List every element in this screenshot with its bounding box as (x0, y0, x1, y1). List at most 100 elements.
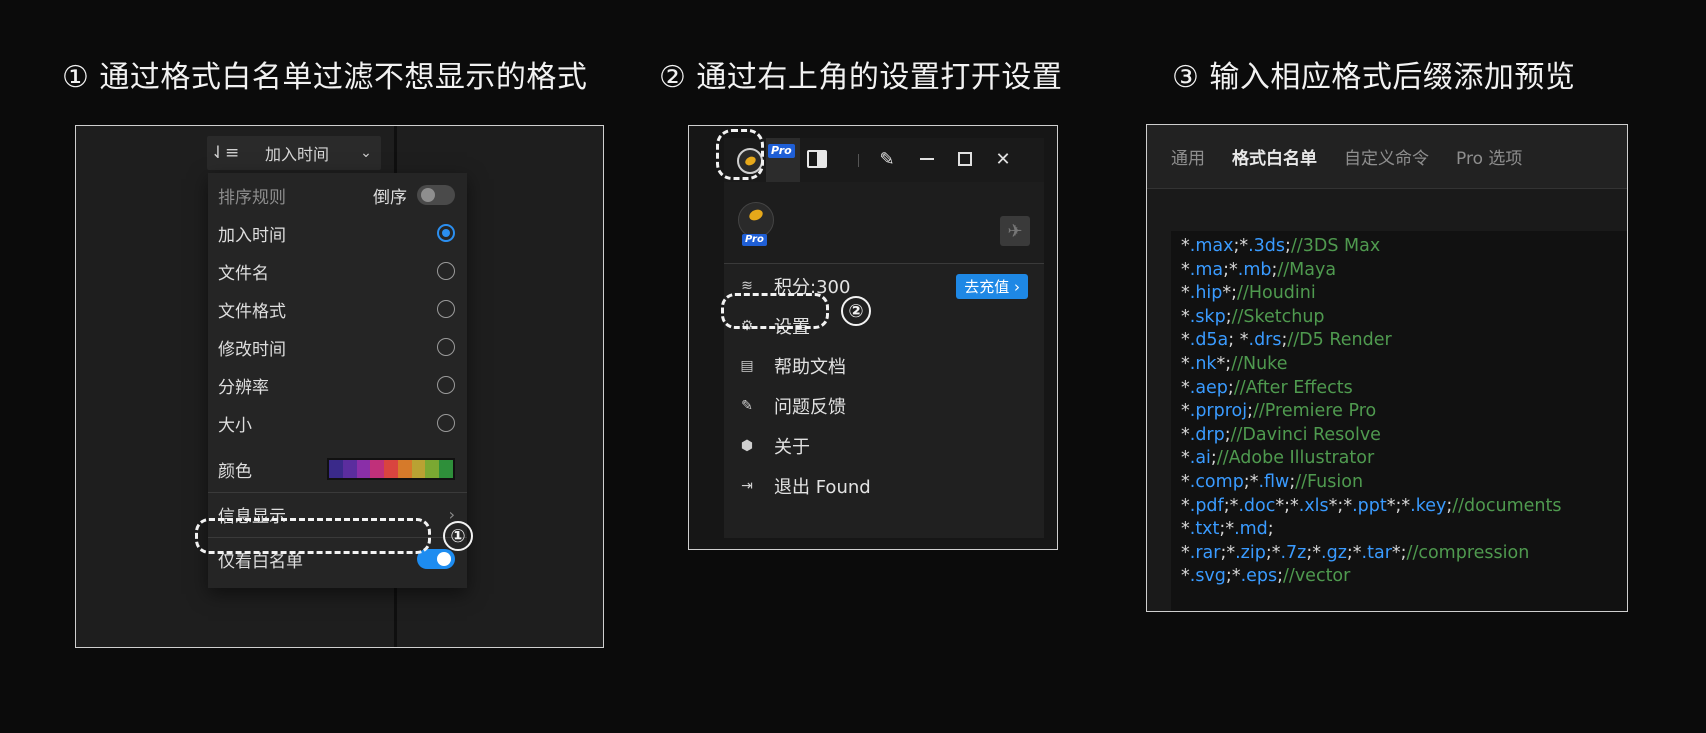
pro-badge: Pro (768, 144, 795, 158)
color-swatch[interactable] (425, 460, 440, 478)
whitelist-line: *.drp;//Davinci Resolve (1181, 424, 1381, 445)
whitelist-line: *.prproj;//Premiere Pro (1181, 401, 1377, 422)
step3-title: ③ 输入相应格式后缀添加预览 (1172, 60, 1576, 95)
whitelist-line: *.hip*;//Houdini (1181, 283, 1316, 304)
color-swatch[interactable] (356, 460, 371, 478)
account-menu-screenshot: Pro ✎ ✕ Pro ✈ ≋ 积分:300 去充值 › ⚙ 设置 ▤ 帮助文档 ✎ 问题反馈 ⬢… (688, 125, 1058, 550)
color-swatch[interactable] (384, 460, 398, 478)
account-menu-item-label: 问题反馈 (774, 397, 846, 418)
sort-option[interactable]: 文件名 (208, 251, 467, 291)
chevron-down-icon: ⌄ (360, 145, 372, 161)
color-swatch[interactable] (439, 460, 454, 478)
account-menu-item[interactable]: ▤ 帮助文档 (724, 346, 1044, 386)
account-menu-item-label: 关于 (774, 437, 810, 458)
settings-tabs: 通用 格式白名单 自定义命令 Pro 选项 (1147, 125, 1627, 189)
account-menu-item[interactable]: ⬢ 关于 (724, 426, 1044, 466)
title-bar: Pro ✎ ✕ (724, 138, 1044, 182)
sort-button[interactable]: ⇃≡ 加入时间 ⌄ (207, 136, 381, 170)
sort-option[interactable]: 分辨率 (208, 365, 467, 405)
account-menu-item-label: 退出 Found (774, 477, 871, 498)
sort-rule-header: 排序规则 倒序 (208, 175, 467, 215)
maximize-button[interactable] (952, 146, 978, 172)
whitelist-line: *.max;*.3ds;//3DS Max (1181, 236, 1381, 256)
logout-icon: ⇥ (741, 478, 753, 494)
color-swatch[interactable] (329, 460, 343, 478)
menu-divider (208, 492, 467, 493)
pin-button[interactable]: ✎ (874, 146, 900, 172)
sort-option[interactable]: 加入时间 (208, 213, 467, 253)
whitelist-line: *.svg;*.eps;//vector (1181, 566, 1351, 587)
pro-tab[interactable]: Pro (766, 138, 800, 182)
sort-rule-label: 排序规则 (218, 187, 286, 208)
whitelist-line: *.nk*;//Nuke (1181, 353, 1288, 374)
sort-option-label: 文件名 (218, 263, 269, 284)
avatar[interactable] (738, 202, 774, 238)
document-icon: ▤ (740, 358, 754, 374)
radio-button[interactable] (437, 414, 455, 432)
radio-button[interactable] (437, 338, 455, 356)
maximize-icon (958, 152, 972, 166)
app-window: Pro ✎ ✕ Pro ✈ ≋ 积分:300 去充值 › ⚙ 设置 ▤ 帮助文档 ✎ 问题反馈 ⬢… (724, 138, 1044, 538)
whitelist-line: *.rar;*.zip;*.7z;*.gz;*.tar*;//compressi… (1181, 542, 1530, 563)
recharge-button[interactable]: 去充值 › (956, 273, 1028, 299)
settings-tab[interactable]: 自定义命令 (1344, 144, 1429, 169)
settings-highlight-ring (721, 293, 829, 329)
step-marker: ② (841, 296, 871, 326)
profile-section: Pro ✈ (724, 182, 1044, 264)
sidebar-toggle-button[interactable] (804, 146, 830, 172)
color-palette[interactable] (327, 458, 455, 480)
whitelist-settings-screenshot: 通用 格式白名单 自定义命令 Pro 选项 *.max;*.3ds;//3DS Max… (1146, 124, 1628, 612)
account-menu-item-label: 帮助文档 (774, 357, 846, 378)
radio-button[interactable] (437, 224, 455, 242)
sort-icon: ⇃≡ (210, 143, 240, 163)
whitelist-line: *.pdf;*.doc*;*.xls*;*.ppt*;*.key;//docum… (1181, 495, 1562, 516)
settings-tab[interactable]: 格式白名单 (1232, 144, 1317, 169)
color-label: 颜色 (218, 461, 252, 482)
highlight-ring (195, 518, 431, 554)
minimize-button[interactable] (914, 146, 940, 172)
rocket-icon: ✈ (1000, 216, 1030, 246)
logo-highlight-ring (716, 129, 764, 180)
close-button[interactable]: ✕ (990, 146, 1016, 172)
pin-icon: ✎ (879, 148, 895, 170)
hexagon-icon: ⬢ (740, 438, 754, 454)
sort-option-label: 文件格式 (218, 301, 286, 322)
close-icon: ✕ (995, 148, 1011, 170)
whitelist-line: *.d5a; *.drs;//D5 Render (1181, 330, 1392, 351)
sort-option[interactable]: 大小 (208, 403, 467, 443)
color-swatch[interactable] (370, 460, 385, 478)
toolbar-separator (858, 154, 859, 167)
whitelist-line: *.comp;*.flw;//Fusion (1181, 471, 1364, 492)
whitelist-line: *.ma;*.mb;//Maya (1181, 259, 1337, 280)
radio-button[interactable] (437, 262, 455, 280)
sort-option[interactable]: 修改时间 (208, 327, 467, 367)
account-menu-item[interactable]: ✎ 问题反馈 (724, 386, 1044, 426)
color-row[interactable]: 颜色 (208, 449, 467, 489)
step2-title: ② 通过右上角的设置打开设置 (659, 60, 1063, 95)
account-menu-item[interactable]: ⇥ 退出 Found (724, 466, 1044, 506)
sort-option-label: 修改时间 (218, 339, 286, 360)
avatar-pro-badge: Pro (742, 234, 767, 246)
sort-option-label: 大小 (218, 415, 252, 436)
sort-button-label: 加入时间 (264, 145, 329, 164)
settings-tab[interactable]: Pro 选项 (1456, 144, 1522, 169)
whitelist-line: *.aep;//After Effects (1181, 377, 1353, 398)
feedback-icon: ✎ (741, 398, 753, 414)
whitelist-line: *.txt;*.md; (1181, 519, 1274, 540)
settings-tab[interactable]: 通用 (1171, 144, 1205, 169)
radio-button[interactable] (437, 300, 455, 318)
radio-button[interactable] (437, 376, 455, 394)
sort-option[interactable]: 文件格式 (208, 289, 467, 329)
descending-label: 倒序 (373, 187, 407, 208)
step-marker: ① (443, 521, 473, 551)
whitelist-line: *.skp;//Sketchup (1181, 306, 1325, 327)
sort-option-label: 分辨率 (218, 377, 269, 398)
color-swatch[interactable] (342, 460, 357, 478)
minimize-icon (920, 158, 934, 160)
color-swatch[interactable] (397, 460, 412, 478)
color-swatch[interactable] (411, 460, 426, 478)
descending-toggle[interactable] (417, 185, 455, 205)
sort-menu-screenshot: ⇃≡ 加入时间 ⌄ 排序规则 倒序 加入时间文件名文件格式修改时间分辨率大小 颜… (75, 125, 604, 648)
whitelist-editor[interactable]: *.max;*.3ds;//3DS Max *.ma;*.mb;//Maya *.h… (1171, 231, 1627, 611)
sort-option-label: 加入时间 (218, 225, 286, 246)
